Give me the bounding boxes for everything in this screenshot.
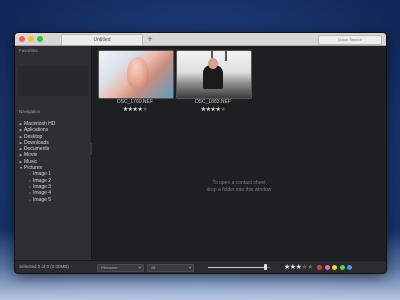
thumbnail-filename: DSC_1883.NEF — [195, 99, 231, 105]
chevron-down-icon: ▾ — [138, 265, 141, 270]
sidebar-item-label: Image 5 — [33, 196, 52, 203]
app-window: Untitled + Favorites Navigation ▶Macinto… — [14, 32, 387, 274]
thumbnail-image-head — [208, 58, 218, 69]
sidebar-item-label: Documents — [24, 146, 50, 153]
chevron-down-icon: ▾ — [188, 265, 191, 270]
sort-dropdown[interactable]: Filename ▾ — [97, 264, 144, 272]
sidebar-item-label: Image 4 — [33, 190, 52, 197]
thumbnail-image-lamp — [225, 51, 227, 61]
thumbnail-rating[interactable]: ★★★★★ — [97, 106, 173, 113]
color-label-red-button[interactable] — [317, 264, 322, 270]
sidebar: Favorites Navigation ▶ Macintosh HD ▶ Aplic… — [15, 46, 92, 261]
color-label-green-button[interactable] — [339, 264, 345, 270]
star-empty-icon[interactable]: ★ — [220, 107, 225, 113]
favorites-list[interactable] — [18, 66, 88, 96]
sidebar-item-label: Downloads — [24, 139, 49, 146]
sidebar-item-label: Movie — [24, 152, 38, 159]
quick-search-input[interactable] — [318, 35, 382, 45]
rating-filter[interactable]: ★★★★★ — [284, 263, 313, 271]
sidebar-item-label: Desktop — [24, 133, 43, 140]
empty-hint-line-1: To open a contact sheet — [212, 180, 266, 186]
thumbnail-filename: DSC_1760.NEF — [117, 99, 153, 105]
thumbnail-rating[interactable]: ★★★★★ — [175, 106, 251, 113]
thumbnail-image-woman — [127, 57, 149, 89]
sidebar-item-label: Image 1 — [33, 171, 52, 178]
zoom-slider-knob[interactable] — [263, 264, 267, 270]
star-empty-icon[interactable]: ★ — [307, 264, 313, 271]
status-bar: Selected 0 of 0 (0.00MB) Filename ▾ All … — [15, 260, 386, 273]
filter-dropdown-value: All — [151, 265, 156, 270]
tab-untitled[interactable]: Untitled — [61, 34, 143, 45]
navigation-heading: Navigation — [19, 109, 41, 114]
title-bar: Untitled + — [15, 33, 386, 46]
favorites-heading: Favorites — [19, 48, 38, 53]
contact-sheet-area[interactable]: DSC_1760.NEF ★★★★★ DSC_1883.NEF ★★★★★ To… — [92, 46, 386, 261]
thumbnail-dsc-1883[interactable] — [176, 50, 252, 99]
sort-dropdown-value: Filename — [101, 265, 118, 270]
sidebar-item-label: Music — [24, 158, 38, 165]
color-label-yellow-button[interactable] — [332, 264, 337, 270]
sidebar-item-image-5[interactable]: • Image 5 — [18, 197, 90, 203]
thumbnail-dsc-1760[interactable] — [98, 50, 174, 99]
zoom-slider[interactable] — [208, 266, 270, 268]
new-tab-button[interactable]: + — [144, 33, 156, 45]
color-label-blue-button[interactable] — [347, 264, 352, 270]
filter-dropdown[interactable]: All ▾ — [147, 264, 194, 272]
sidebar-item-label: Pictures — [24, 165, 43, 172]
sidebar-item-label: Macintosh HD — [24, 121, 56, 127]
close-window-button[interactable] — [19, 35, 25, 42]
navigation-tree: ▶ Macintosh HD ▶ Aplications ▶ Desktop ▶ Downlo… — [18, 121, 90, 203]
selection-status: Selected 0 of 0 (0.00MB) — [19, 264, 69, 269]
empty-hint-line-2: drop a folder into this window — [206, 187, 272, 193]
sidebar-item-label: Image 3 — [33, 183, 52, 190]
star-empty-icon[interactable]: ★ — [142, 107, 147, 113]
color-label-pink-button[interactable] — [324, 264, 330, 270]
zoom-window-button[interactable] — [37, 35, 43, 42]
sidebar-item-label: Image 2 — [33, 177, 52, 184]
sidebar-item-label: Aplications — [24, 127, 49, 134]
zoom-slider-fill — [208, 266, 266, 268]
minimize-window-button[interactable] — [28, 35, 34, 42]
